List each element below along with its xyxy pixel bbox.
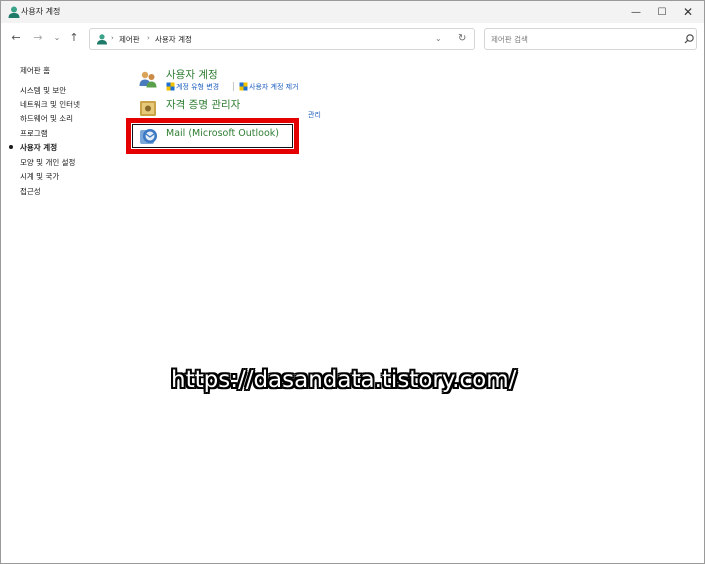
sidebar-item-clock-region[interactable]: 시계 및 국가 bbox=[20, 171, 59, 182]
sidebar-item-programs[interactable]: 프로그램 bbox=[20, 128, 48, 139]
sidebar-item-hardware-sound[interactable]: 하드웨어 및 소리 bbox=[20, 113, 73, 124]
credential-manager-category-title[interactable]: 자격 증명 관리자 bbox=[166, 97, 240, 112]
window-title: 사용자 계정 bbox=[21, 7, 61, 16]
credential-vault-icon[interactable] bbox=[138, 98, 158, 118]
link-divider bbox=[233, 82, 234, 91]
uac-shield-icon bbox=[166, 82, 175, 91]
sidebar-item-network-internet[interactable]: 네트워크 및 인터넷 bbox=[20, 99, 80, 110]
uac-shield-icon bbox=[239, 82, 248, 91]
manage-credentials-link[interactable]: 관리 bbox=[308, 110, 321, 120]
breadcrumb-separator: › bbox=[111, 34, 114, 42]
search-placeholder: 제어판 검색 bbox=[491, 35, 528, 44]
breadcrumb-user-accounts[interactable]: 사용자 계정 bbox=[155, 34, 192, 45]
users-icon[interactable] bbox=[138, 69, 158, 89]
user-accounts-category-title[interactable]: 사용자 계정 bbox=[166, 67, 218, 82]
sidebar-item-control-panel-home[interactable]: 제어판 홈 bbox=[20, 65, 50, 76]
address-bar[interactable]: › 제어판 › 사용자 계정 ⌄ ↻ bbox=[89, 28, 475, 50]
sidebar-item-accessibility[interactable]: 접근성 bbox=[20, 186, 41, 197]
user-accounts-icon bbox=[97, 34, 107, 45]
mail-outlook-title[interactable]: Mail (Microsoft Outlook) bbox=[166, 128, 279, 139]
breadcrumb-control-panel[interactable]: 제어판 bbox=[119, 34, 140, 45]
active-item-bullet-icon bbox=[9, 145, 13, 149]
up-arrow-icon[interactable]: ↑ bbox=[67, 31, 81, 45]
address-dropdown-icon[interactable]: ⌄ bbox=[435, 34, 442, 43]
forward-arrow-icon[interactable]: → bbox=[31, 31, 45, 45]
back-arrow-icon[interactable]: ← bbox=[9, 31, 23, 45]
sidebar-item-system-security[interactable]: 시스템 및 보안 bbox=[20, 85, 66, 96]
search-icon[interactable] bbox=[683, 33, 695, 45]
sidebar-item-user-accounts[interactable]: 사용자 계정 bbox=[20, 142, 57, 153]
navigation-bar: ← → ⌄ ↑ › 제어판 › 사용자 계정 ⌄ ↻ 제어판 검색 bbox=[1, 23, 704, 55]
title-bar[interactable]: 사용자 계정 — ☐ ✕ bbox=[1, 1, 704, 23]
breadcrumb-separator: › bbox=[147, 34, 150, 42]
mail-icon[interactable] bbox=[137, 125, 159, 147]
refresh-icon[interactable]: ↻ bbox=[458, 33, 466, 44]
user-accounts-icon bbox=[8, 6, 20, 18]
control-panel-window: 사용자 계정 — ☐ ✕ ← → ⌄ ↑ › 제어판 › 사용자 계정 ⌄ ↻ … bbox=[0, 0, 705, 564]
watermark-text: https://dasandata.tistory.com/ bbox=[171, 367, 517, 393]
search-input[interactable]: 제어판 검색 bbox=[484, 28, 697, 50]
remove-user-accounts-link[interactable]: 사용자 계정 제거 bbox=[249, 82, 299, 92]
close-button[interactable]: ✕ bbox=[671, 1, 705, 23]
change-account-type-link[interactable]: 계정 유형 변경 bbox=[176, 82, 219, 92]
recent-locations-chevron-icon[interactable]: ⌄ bbox=[50, 31, 64, 45]
sidebar-item-appearance[interactable]: 모양 및 개인 설정 bbox=[20, 157, 75, 168]
